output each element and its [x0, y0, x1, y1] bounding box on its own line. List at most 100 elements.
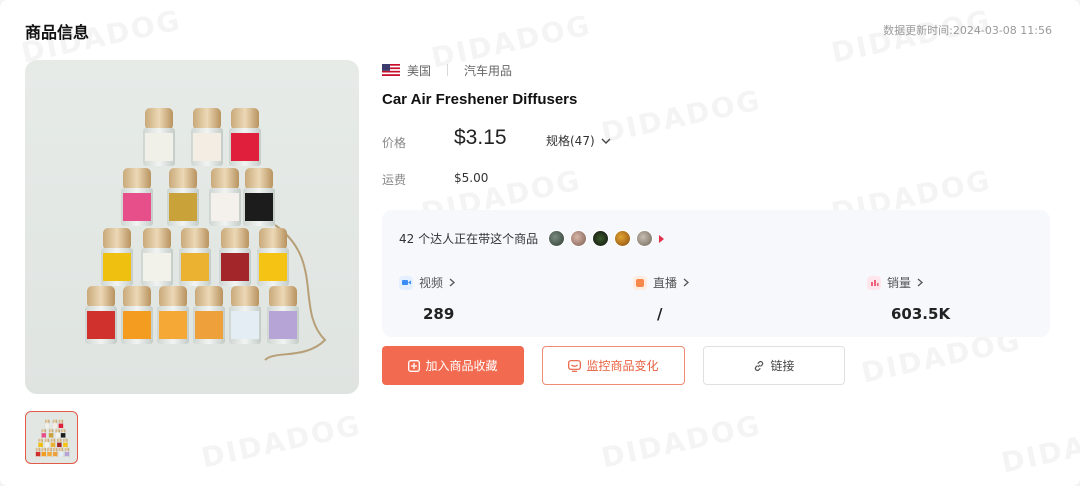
- video-label: 视频: [419, 276, 444, 290]
- bottle-label: [58, 451, 64, 457]
- bottle-cap: [245, 168, 273, 190]
- bottle-cap: [231, 286, 259, 308]
- bottle-cap: [123, 168, 151, 190]
- watermark: DIDADOG: [598, 408, 764, 474]
- creators-count-text: 42 个达人正在带这个商品: [399, 232, 539, 246]
- bottle-cap: [58, 447, 64, 452]
- stat-sales: 销量 603.5K: [867, 274, 950, 323]
- chevron-right-icon: [449, 278, 456, 287]
- price-label: 价格: [382, 136, 407, 150]
- bottle-cap: [195, 286, 223, 308]
- watermark: DIDADOG: [598, 83, 764, 149]
- avatar[interactable]: [548, 230, 566, 247]
- monitor-icon: [568, 359, 582, 372]
- bottle-label: [269, 311, 297, 339]
- bottle-label: [245, 193, 273, 221]
- bottle-label: [193, 133, 221, 161]
- monitor-product-button[interactable]: 监控商品变化: [542, 346, 685, 385]
- bottle-cap: [44, 438, 50, 443]
- bottle-label: [103, 253, 131, 281]
- chevron-right-icon: [917, 278, 924, 287]
- bottle-label: [52, 423, 58, 429]
- bottle-cap: [87, 286, 115, 308]
- avatar[interactable]: [570, 230, 588, 247]
- divider: [447, 64, 449, 76]
- live-label: 直播: [653, 276, 678, 290]
- sales-stat-link[interactable]: 销量: [867, 274, 950, 291]
- live-stat-link[interactable]: 直播: [633, 274, 690, 291]
- bottle-label: [63, 442, 68, 448]
- bottle-cap: [52, 447, 58, 452]
- avatar[interactable]: [614, 230, 632, 247]
- link-label: 链接: [770, 359, 795, 373]
- bottle-label: [123, 311, 151, 339]
- bottle-label: [47, 451, 52, 457]
- bottle-cap: [41, 429, 46, 433]
- section-title: 商品信息: [25, 23, 90, 42]
- video-stat-link[interactable]: 视频: [399, 274, 456, 291]
- sales-icon: [867, 275, 881, 290]
- us-flag-icon: [382, 64, 400, 76]
- plus-square-icon: [408, 359, 421, 372]
- live-icon: [633, 275, 647, 290]
- spec-dropdown[interactable]: 规格(47): [546, 132, 611, 149]
- product-main-image[interactable]: [25, 60, 359, 394]
- product-info-card: DIDADOG DIDADOG DIDADOG DIDADOG DIDADOG …: [0, 0, 1080, 486]
- bottle-cap: [103, 228, 131, 250]
- bottle-cap: [181, 228, 209, 250]
- sales-count: 603.5K: [891, 305, 951, 323]
- bottle-label: [221, 253, 249, 281]
- bottle-label: [169, 193, 197, 221]
- bottle-cap: [57, 438, 62, 443]
- more-creators-icon[interactable]: [659, 234, 665, 243]
- avatar[interactable]: [592, 230, 610, 247]
- air-freshener-bottles-image: [85, 108, 327, 361]
- bottle-label: [231, 311, 259, 339]
- category-label: 汽车用品: [464, 63, 513, 78]
- bottle-label: [159, 311, 187, 339]
- spec-label: 规格(47): [546, 134, 595, 148]
- product-thumbnail[interactable]: [25, 411, 78, 464]
- creators-row[interactable]: 42 个达人正在带这个商品: [399, 230, 665, 247]
- bottle-label: [44, 442, 50, 448]
- bottle-cap: [231, 108, 259, 130]
- bottle-cap: [259, 228, 287, 250]
- bottle-label: [58, 423, 64, 429]
- link-button[interactable]: 链接: [703, 346, 845, 385]
- bottle-cap: [45, 419, 50, 424]
- watermark: DIDADOG: [198, 408, 364, 474]
- price-value: $3.15: [454, 126, 507, 149]
- bottle-label: [41, 433, 46, 438]
- bottle-label: [211, 193, 239, 221]
- video-icon: [399, 275, 413, 290]
- avatar[interactable]: [636, 230, 654, 247]
- data-update-time: 数据更新时间:2024-03-08 11:56: [883, 24, 1052, 37]
- bottle-label: [231, 133, 259, 161]
- bottle-cap: [58, 419, 64, 424]
- bottle-label: [145, 133, 173, 161]
- video-count: 289: [423, 305, 455, 323]
- bottle-label: [123, 193, 151, 221]
- bottle-cap: [38, 438, 43, 443]
- chevron-right-icon: [683, 278, 690, 287]
- bottle-label: [143, 253, 171, 281]
- thumbnail-image: [35, 419, 70, 458]
- bottle-label: [41, 451, 46, 457]
- sales-label: 销量: [887, 276, 912, 290]
- bottle-label: [45, 423, 50, 429]
- bottle-cap: [169, 168, 197, 190]
- bottle-cap: [55, 429, 60, 433]
- bottle-cap: [41, 447, 46, 452]
- bottle-cap: [63, 438, 68, 443]
- bottle-label: [60, 433, 66, 438]
- monitor-product-label: 监控商品变化: [586, 359, 659, 373]
- bottle-label: [57, 442, 62, 448]
- product-meta: 美国 汽车用品: [382, 62, 512, 78]
- country-label: 美国: [407, 63, 432, 78]
- link-icon: [753, 360, 765, 372]
- live-count: /: [657, 305, 663, 323]
- stats-panel: 42 个达人正在带这个商品 视频 289 直播 / 销量 603.5K: [382, 210, 1050, 337]
- creator-avatars[interactable]: [548, 230, 665, 247]
- add-to-favorites-button[interactable]: 加入商品收藏: [382, 346, 524, 385]
- bottle-label: [64, 451, 70, 457]
